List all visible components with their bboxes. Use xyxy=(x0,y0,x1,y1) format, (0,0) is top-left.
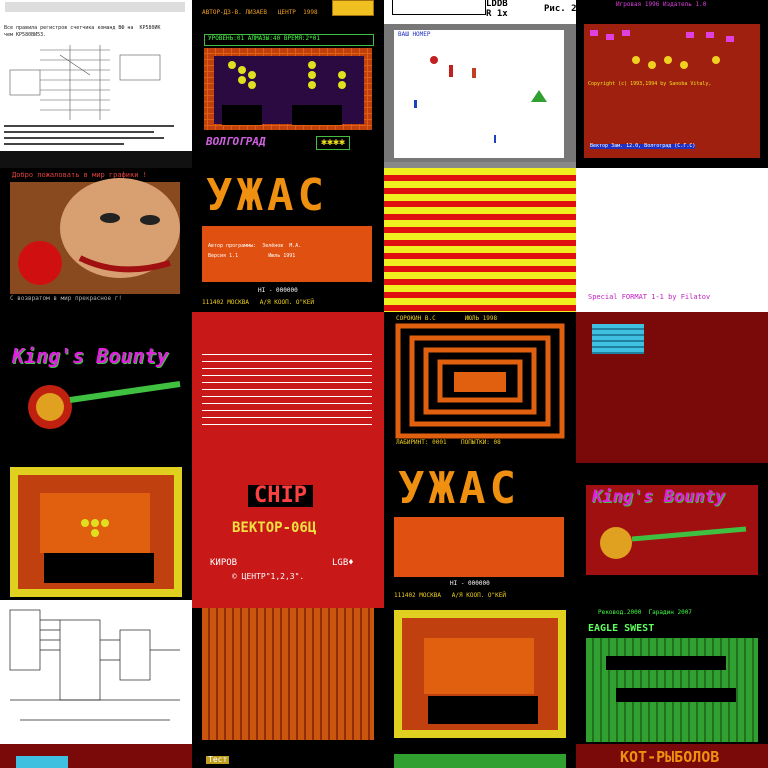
green-strip xyxy=(394,754,566,768)
game-title: EAGLE SWEST xyxy=(588,623,655,634)
tile-bottom-1[interactable] xyxy=(0,744,192,768)
lines-block xyxy=(202,348,372,428)
tile-table-screen[interactable] xyxy=(576,312,768,463)
castle-board xyxy=(394,610,566,738)
bottom-text: С возвратом в мир прекрасное г! xyxy=(10,295,122,302)
figure-box xyxy=(392,0,486,15)
tile-horror-title-2[interactable]: УЖАС HI - 000000 111402 МОСКВА А/Я КООП.… xyxy=(384,463,576,614)
bottom-caption: ЛАБИРИНТ: 0001 ПОПЫТКИ: 08 xyxy=(396,439,501,446)
tile-bottom-3[interactable] xyxy=(384,744,576,768)
brick-field xyxy=(202,608,374,740)
top-caption: Рековод.2000 Гарадин 2007 xyxy=(598,609,692,616)
tile-kings-bounty-2[interactable]: King's Bounty xyxy=(576,463,768,614)
tile-stripes[interactable] xyxy=(384,168,576,312)
tile-format-screen[interactable]: Special FORMAT 1-1 by Filatov xyxy=(576,168,768,312)
tile-castle[interactable] xyxy=(0,463,192,614)
code-label: R 1x xyxy=(486,9,508,19)
credits-line: Вектор Зам. 12.0, Волгоград (С.Г.С) xyxy=(590,143,696,149)
hiscore: HI - 000000 xyxy=(450,580,490,587)
tile-kings-bounty[interactable]: King's Bounty xyxy=(0,312,192,463)
chip-logo: CHIP xyxy=(248,485,313,507)
table-block xyxy=(16,756,68,768)
hiscore: HI - 000000 xyxy=(258,287,298,294)
scepter-art xyxy=(600,526,747,559)
scepter-art xyxy=(28,381,181,429)
tile-ski-field[interactable]: ВАШ НОМЕР xyxy=(384,24,576,162)
city-label: КИРОВ xyxy=(210,558,238,568)
game-title: УЖАС xyxy=(206,170,328,221)
game-title: УЖАС xyxy=(398,463,520,514)
address-line: 111402 МОСКВА А/Я КООП. О"КЕЙ xyxy=(394,592,506,599)
vector-title: ВЕКТОР-06Ц xyxy=(232,520,317,536)
tile-chip[interactable]: CHIP ВЕКТОР-06Ц КИРОВ LGB♦ © ЦЕНТР"1,2,3… xyxy=(192,463,384,614)
tile-bottom-2[interactable]: Тест xyxy=(192,744,384,768)
caption-text: Игровая 1996 Издатель 1.0 xyxy=(616,1,707,8)
tile-schematic-doc[interactable]: Все правила регистров счетчика команд ВФ… xyxy=(0,0,192,151)
tile-red-lines[interactable] xyxy=(192,312,384,463)
maze-path xyxy=(606,656,726,670)
tile-labyrinth[interactable]: СОРОКИН В.С ИЮЛЬ 1998 ЛАБИРИНТ: 0001 ПОП… xyxy=(384,312,576,463)
stars-box: ✱✱✱✱ xyxy=(316,136,351,150)
maze-path xyxy=(616,688,736,702)
game-title: КОТ-РЫБОЛОВ xyxy=(620,748,720,766)
city-title: ВОЛГОГРАД xyxy=(206,135,266,148)
tile-brick-pattern[interactable] xyxy=(192,608,384,744)
snow-field: ВАШ НОМЕР xyxy=(394,30,564,158)
clown-image xyxy=(10,178,180,294)
tile-castle-2[interactable] xyxy=(384,608,576,744)
tile-bottom-4[interactable]: КОТ-РЫБОЛОВ xyxy=(576,744,768,768)
caption-text: АВТОР-ДЗ-В. ЛИЗАЕВ ЦЕНТР 1998 xyxy=(202,9,318,16)
castle-board xyxy=(10,467,182,597)
ski-sprites xyxy=(414,56,547,143)
logo-badge xyxy=(332,0,374,16)
format-footer: Special FORMAT 1-1 by Filatov xyxy=(588,293,711,301)
tile-diamond-board[interactable]: УРОВЕНЬ:01 АЛМАЗЫ:40 ВРЕМЯ:2*01 ВОЛГОГРА… xyxy=(192,30,384,162)
figure-caption: Рис. 2 xyxy=(544,4,576,14)
thumbnail-grid: Все правила регистров счетчика команд ВФ… xyxy=(0,0,768,768)
table-block xyxy=(592,324,644,354)
tile-clown[interactable]: Добро пожаловать в мир графики ! С возвр… xyxy=(0,168,192,312)
pattern-art xyxy=(584,24,760,158)
author-line: Автор программы: Зелёнов М.А. xyxy=(208,243,302,249)
credits-line: Copyright (c) 1993,1994 by Sanoba Vitaly… xyxy=(588,81,712,87)
test-label: Тест xyxy=(206,755,230,764)
tile-credits-screen[interactable]: Copyright (c) 1993,1994 by Sanoba Vitaly… xyxy=(576,20,768,162)
info-panel xyxy=(394,517,564,577)
schematic-diagram xyxy=(4,2,185,145)
center-label: © ЦЕНТР"1,2,3". xyxy=(232,572,305,581)
code-label: LDDB xyxy=(486,0,508,9)
tile-eagle-swest[interactable]: Рековод.2000 Гарадин 2007 EAGLE SWEST xyxy=(576,608,768,744)
version-line: Версия 1.1 Июль 1991 xyxy=(208,253,296,259)
circuit-diagram xyxy=(9,609,180,721)
tile-circuit[interactable] xyxy=(0,600,192,744)
lgb-label: LGB♦ xyxy=(332,558,354,568)
tile-horror-title[interactable]: УЖАС Автор программы: Зелёнов М.А. Верси… xyxy=(192,168,384,312)
address-line: 111402 МОСКВА А/Я КООП. О"КЕЙ xyxy=(202,299,314,306)
